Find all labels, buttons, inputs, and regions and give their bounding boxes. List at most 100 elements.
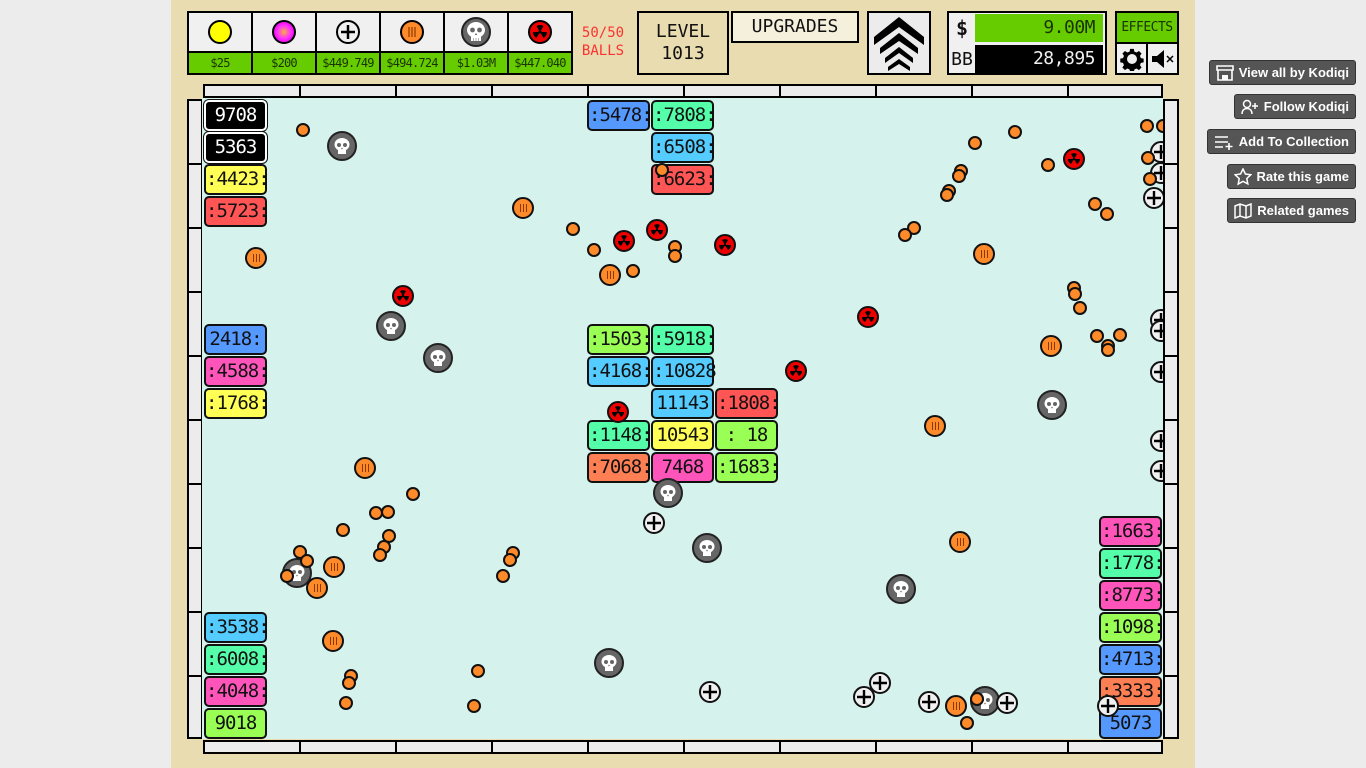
shop-price: $1.03M xyxy=(445,51,507,73)
brick[interactable]: :1778: xyxy=(1099,548,1163,579)
basic-ball xyxy=(960,716,974,730)
stripe-ball xyxy=(322,630,344,652)
plus-icon xyxy=(647,516,661,530)
nuke-ball xyxy=(785,360,807,382)
brick[interactable]: :10828 xyxy=(651,356,717,387)
brick[interactable]: 10543 xyxy=(651,420,714,451)
play-field[interactable]: 9708 5363 :4423: :5723: 2418: :4588: :17… xyxy=(202,98,1163,739)
gear-icon xyxy=(1119,48,1144,71)
brick[interactable]: :1768: xyxy=(204,388,270,419)
radiation-icon xyxy=(719,239,731,250)
plus-ball xyxy=(1143,187,1163,209)
brick[interactable]: :7068: xyxy=(587,452,653,483)
brick[interactable]: 5363 xyxy=(204,132,267,163)
brick[interactable]: :5918: xyxy=(651,324,717,355)
brick[interactable]: :5478: xyxy=(587,100,653,131)
shop-item-nuke-ball[interactable]: $447.040 xyxy=(509,13,571,73)
skull-ball xyxy=(327,131,357,161)
basic-ball xyxy=(496,569,510,583)
skull-ball xyxy=(692,533,722,563)
stripe-ball xyxy=(949,531,971,553)
rate-game-button[interactable]: Rate this game xyxy=(1226,164,1356,189)
speaker-muted-icon xyxy=(1151,49,1174,68)
brick[interactable]: :4168: xyxy=(587,356,653,387)
prestige-button[interactable] xyxy=(867,11,931,75)
brick[interactable]: :7808: xyxy=(651,100,717,131)
plus-icon xyxy=(1147,191,1161,205)
brick[interactable]: :1683: xyxy=(715,452,781,483)
brick[interactable]: :1663: xyxy=(1099,516,1163,547)
shop-item-skull-ball[interactable]: $1.03M xyxy=(445,13,507,73)
mute-button[interactable] xyxy=(1148,44,1177,73)
related-games-button[interactable]: Related games xyxy=(1227,198,1356,223)
brick[interactable]: 9708 xyxy=(204,100,267,131)
brick[interactable]: :4048: xyxy=(204,676,270,707)
shop-item-basic-ball[interactable]: $25 xyxy=(189,13,251,73)
brick[interactable]: :8773: xyxy=(1099,580,1163,611)
upgrades-button[interactable]: UPGRADES xyxy=(731,11,859,43)
brick[interactable]: :4713: xyxy=(1099,644,1163,675)
brick[interactable]: :4588: xyxy=(204,356,270,387)
shop-price: $494.724 xyxy=(381,51,443,73)
settings-button[interactable] xyxy=(1117,44,1146,73)
brick[interactable]: :1148: xyxy=(587,420,653,451)
brick[interactable]: :1503: xyxy=(587,324,653,355)
basic-ball xyxy=(970,692,984,706)
basic-ball xyxy=(1156,119,1163,133)
shop-price: $200 xyxy=(253,51,315,73)
bottom-rail xyxy=(203,740,1163,754)
game-canvas[interactable]: $25 $200 $449.749 $494.724 $1.03M $447.0… xyxy=(171,0,1195,768)
stripe-ball xyxy=(973,243,995,265)
brick[interactable]: 9018 xyxy=(204,708,267,739)
plus-icon xyxy=(1154,324,1163,338)
list-add-icon xyxy=(1214,135,1233,150)
brick[interactable]: :6008: xyxy=(204,644,270,675)
view-all-button[interactable]: View all by Kodiqi xyxy=(1208,60,1356,85)
effects-button[interactable]: EFFECTS xyxy=(1117,13,1177,42)
skull-ball xyxy=(886,574,916,604)
nuke-ball xyxy=(1063,148,1085,170)
plus-ball xyxy=(1150,430,1163,452)
stripe-ball xyxy=(1040,335,1062,357)
bb-label: BB xyxy=(951,48,973,70)
plus-icon xyxy=(922,695,936,709)
radiation-icon xyxy=(1068,153,1080,164)
ball-shop: $25 $200 $449.749 $494.724 $1.03M $447.0… xyxy=(187,11,573,75)
nuke-ball xyxy=(646,219,668,241)
balls-count-value: 50/50 xyxy=(581,25,625,41)
basic-ball xyxy=(336,523,350,537)
basic-ball xyxy=(406,487,420,501)
brick[interactable]: 2418: xyxy=(204,324,267,355)
shop-item-plasma-ball[interactable]: $200 xyxy=(253,13,315,73)
basic-ball xyxy=(1113,328,1127,342)
plus-icon xyxy=(1154,365,1163,379)
related-label: Related games xyxy=(1257,203,1349,218)
brick[interactable]: :3538: xyxy=(204,612,270,643)
basic-ball xyxy=(1073,301,1087,315)
brick[interactable]: :5723: xyxy=(204,196,270,227)
add-to-collection-button[interactable]: Add To Collection xyxy=(1206,129,1356,154)
brick[interactable]: :1098: xyxy=(1099,612,1163,643)
basic-ball xyxy=(968,136,982,150)
shop-item-stripe-ball[interactable]: $494.724 xyxy=(381,13,443,73)
brick[interactable]: :1808: xyxy=(715,388,781,419)
level-value: 1013 xyxy=(661,43,705,64)
brick[interactable]: : 18 : xyxy=(715,420,778,473)
basic-ball xyxy=(503,553,517,567)
radiation-ball-icon xyxy=(528,20,552,44)
plus-icon xyxy=(857,690,871,704)
brick[interactable]: :6508: xyxy=(651,132,717,163)
shop-item-plus-ball[interactable]: $449.749 xyxy=(317,13,379,73)
nuke-ball xyxy=(714,234,736,256)
add-collection-label: Add To Collection xyxy=(1238,134,1349,149)
basic-ball xyxy=(1101,343,1115,357)
basic-ball xyxy=(369,506,383,520)
brick[interactable]: 7468 xyxy=(651,452,714,483)
basic-ball xyxy=(300,554,314,568)
brick[interactable]: :4423: xyxy=(204,164,270,195)
user-plus-icon xyxy=(1241,99,1258,114)
brick[interactable]: 11143 xyxy=(651,388,714,419)
yellow-ball-icon xyxy=(208,20,232,44)
stripe-ball-icon xyxy=(400,20,424,44)
follow-button[interactable]: Follow Kodiqi xyxy=(1233,94,1356,119)
